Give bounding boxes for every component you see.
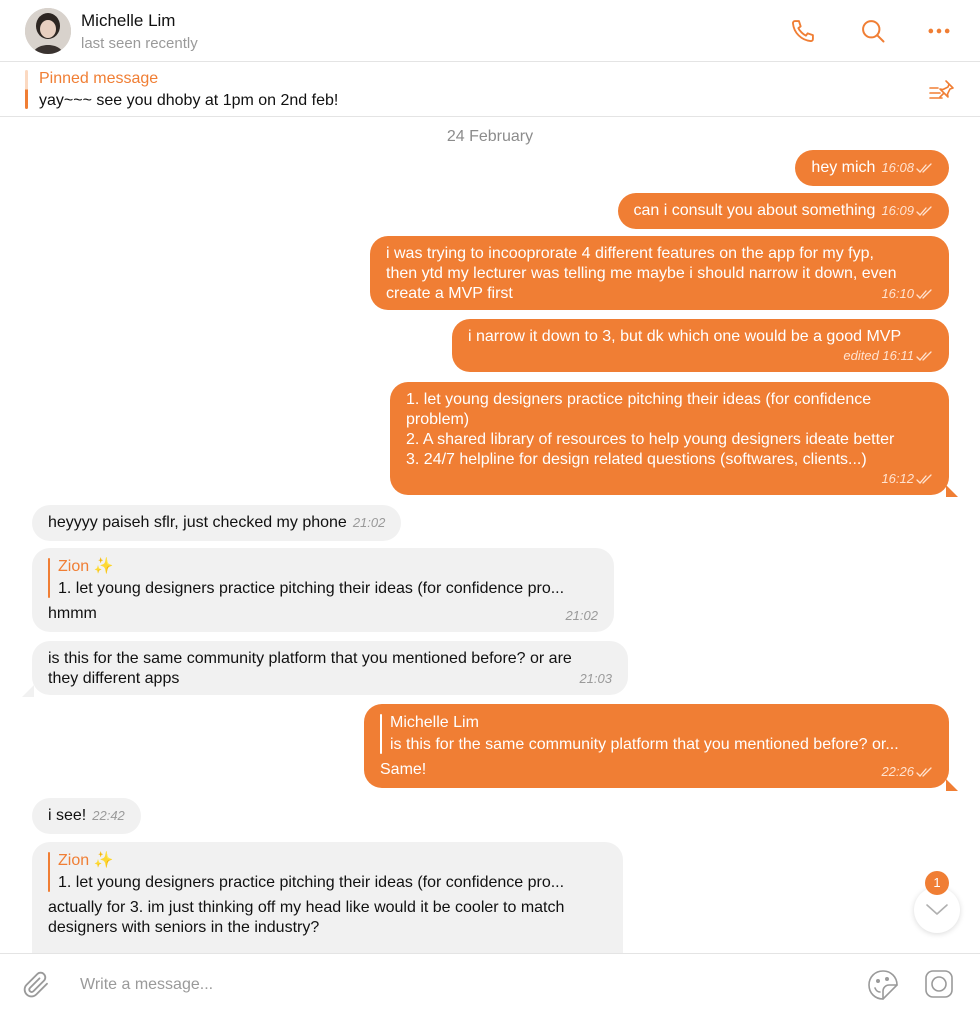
message-bubble-outgoing[interactable]: Michelle Lim is this for the same commun… bbox=[364, 704, 949, 788]
sticker-icon[interactable] bbox=[866, 968, 900, 1002]
date-separator: 24 February bbox=[446, 128, 534, 145]
message-time: 21:02 bbox=[352, 515, 386, 530]
reply-text: 1. let young designers practice pitching… bbox=[58, 580, 565, 597]
reply-text: 1. let young designers practice pitching… bbox=[58, 874, 565, 891]
phone-icon[interactable] bbox=[788, 16, 818, 46]
message-text: i see! bbox=[48, 807, 87, 824]
message-text: i narrow it down to 3, but dk which one … bbox=[468, 328, 902, 345]
message-time: 16:12 bbox=[406, 471, 933, 487]
chat-header: Michelle Lim last seen recently bbox=[0, 0, 980, 62]
message-text: heyyyy paiseh sflr, just checked my phon… bbox=[48, 514, 347, 531]
message-bubble-incoming[interactable]: Zion ✨ 1. let young designers practice p… bbox=[32, 842, 623, 953]
double-check-icon bbox=[916, 474, 932, 484]
bubble-tail bbox=[946, 485, 958, 497]
message-time: 16:08 bbox=[881, 158, 933, 178]
chevron-down-icon bbox=[926, 904, 948, 915]
double-check-icon bbox=[916, 767, 932, 777]
double-check-icon bbox=[916, 289, 932, 299]
double-check-icon bbox=[916, 351, 932, 361]
pinned-title: Pinned message bbox=[39, 70, 159, 87]
message-time: edited 16:11 bbox=[468, 348, 933, 364]
reply-quote[interactable]: Zion ✨ 1. let young designers practice p… bbox=[48, 850, 607, 894]
message-bubble-incoming[interactable]: Zion ✨ 1. let young designers practice p… bbox=[32, 548, 614, 632]
avatar[interactable] bbox=[25, 8, 71, 54]
bubble-tail bbox=[946, 779, 958, 791]
message-composer bbox=[0, 953, 980, 1014]
search-icon[interactable] bbox=[858, 16, 888, 46]
message-line: designers with seniors in the industry? bbox=[48, 919, 320, 936]
message-line: 2. A shared library of resources to help… bbox=[406, 431, 895, 448]
reply-author: Zion ✨ bbox=[58, 558, 114, 575]
pin-list-icon[interactable] bbox=[928, 78, 956, 104]
paperclip-icon[interactable] bbox=[22, 970, 52, 1000]
message-line: problem) bbox=[406, 411, 470, 428]
message-bubble-outgoing[interactable]: 1. let young designers practice pitching… bbox=[390, 382, 949, 495]
message-list[interactable]: 24 February hey mich 16:08 can i consult … bbox=[0, 118, 980, 953]
message-bubble-outgoing[interactable]: hey mich 16:08 bbox=[795, 150, 949, 186]
double-check-icon bbox=[916, 163, 932, 173]
message-text: hey mich bbox=[811, 159, 876, 176]
message-time: 22:26 bbox=[380, 764, 933, 780]
message-time: 21:02 bbox=[565, 608, 598, 623]
message-line: i was trying to incooprorate 4 different… bbox=[386, 245, 874, 262]
double-check-icon bbox=[916, 206, 932, 216]
message-bubble-incoming[interactable]: is this for the same community platform … bbox=[32, 641, 628, 695]
message-time: 22:42 bbox=[92, 808, 125, 823]
message-line: 1. let young designers practice pitching… bbox=[406, 391, 872, 408]
more-icon[interactable] bbox=[924, 16, 954, 46]
reply-quote[interactable]: Zion ✨ 1. let young designers practice p… bbox=[48, 556, 598, 600]
message-bubble-outgoing[interactable]: i narrow it down to 3, but dk which one … bbox=[452, 319, 949, 372]
message-line: actually for 3. im just thinking off my … bbox=[48, 899, 565, 916]
message-time: 16:09 bbox=[881, 201, 933, 221]
contact-name[interactable]: Michelle Lim bbox=[81, 11, 175, 31]
reply-author: Zion ✨ bbox=[58, 852, 114, 869]
reply-text: is this for the same community platform … bbox=[390, 736, 899, 753]
message-bubble-outgoing[interactable]: can i consult you about something 16:09 bbox=[617, 193, 949, 229]
message-line: then ytd my lecturer was telling me mayb… bbox=[386, 265, 897, 282]
camera-icon[interactable] bbox=[923, 968, 955, 1000]
reply-author: Michelle Lim bbox=[390, 714, 479, 731]
message-bubble-outgoing[interactable]: i was trying to incooprorate 4 different… bbox=[370, 236, 949, 310]
message-line: is this for the same community platform … bbox=[48, 650, 572, 667]
pinned-indicator bbox=[25, 70, 28, 109]
message-bubble-incoming[interactable]: heyyyy paiseh sflr, just checked my phon… bbox=[32, 505, 402, 541]
reply-quote[interactable]: Michelle Lim is this for the same commun… bbox=[380, 712, 933, 756]
message-input[interactable] bbox=[80, 968, 780, 1002]
message-bubble-incoming[interactable]: i see! 22:42 bbox=[32, 798, 141, 834]
unread-count-badge: 1 bbox=[925, 871, 949, 895]
message-line: 3. 24/7 helpline for design related ques… bbox=[406, 451, 867, 468]
pinned-message[interactable]: Pinned message yay~~~ see you dhoby at 1… bbox=[0, 62, 980, 117]
pinned-text: yay~~~ see you dhoby at 1pm on 2nd feb! bbox=[39, 92, 339, 109]
message-text: can i consult you about something bbox=[633, 202, 876, 219]
contact-status: last seen recently bbox=[81, 35, 198, 52]
bubble-tail bbox=[22, 685, 34, 697]
